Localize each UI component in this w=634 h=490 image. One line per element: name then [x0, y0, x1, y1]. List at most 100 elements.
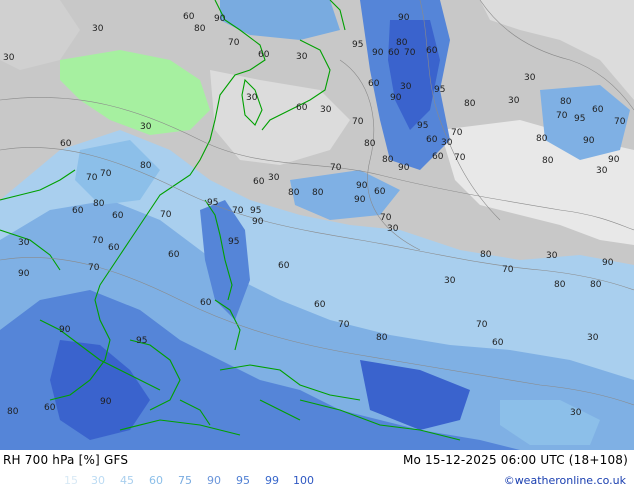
legend-value-60: 60	[149, 474, 163, 487]
contour-label: 30	[441, 138, 453, 148]
contour-label: 80	[288, 188, 300, 198]
credit-link[interactable]: ©weatheronline.co.uk	[504, 474, 626, 487]
contour-label: 80	[140, 161, 152, 171]
contour-label: 60	[314, 300, 326, 310]
contour-label: 60	[183, 12, 195, 22]
contour-label: 60	[368, 79, 380, 89]
contour-label: 70	[451, 128, 463, 138]
contour-label: 80	[312, 188, 324, 198]
contour-label: 60	[278, 261, 290, 271]
contour-label: 60	[168, 250, 180, 260]
contour-label: 70	[86, 173, 98, 183]
contour-label: 80	[536, 134, 548, 144]
parameter-label: RH 700 hPa [%]	[3, 453, 100, 467]
contour-label: 80	[480, 250, 492, 260]
contour-label: 90	[398, 163, 410, 173]
contour-label: 60	[112, 211, 124, 221]
contour-label: 30	[296, 52, 308, 62]
contour-label: 70	[232, 206, 244, 216]
contour-label: 30	[320, 105, 332, 115]
contour-label: 90	[602, 258, 614, 268]
contour-label: 95	[207, 198, 218, 208]
contour-label: 30	[587, 333, 599, 343]
contour-label: 30	[444, 276, 456, 286]
valid-time: Mo 15-12-2025 06:00 UTC (18+108)	[402, 453, 628, 467]
contour-label: 90	[354, 195, 366, 205]
contour-label: 80	[542, 156, 554, 166]
contour-label: 30	[400, 82, 412, 92]
contour-label: 30	[18, 238, 30, 248]
contour-label: 60	[388, 48, 400, 58]
contour-label: 60	[432, 152, 444, 162]
contour-label: 30	[387, 224, 399, 234]
legend-value-45: 45	[120, 474, 134, 487]
contour-label: 60	[44, 403, 56, 413]
contour-label: 70	[352, 117, 364, 127]
contour-label: 90	[356, 181, 368, 191]
legend-value-100: 100	[293, 474, 314, 487]
contour-label: 70	[100, 169, 112, 179]
contour-label: 95	[228, 237, 239, 247]
contour-label: 30	[596, 166, 608, 176]
contour-label: 70	[92, 236, 104, 246]
contour-label: 95	[250, 206, 261, 216]
legend-value-75: 75	[178, 474, 192, 487]
contour-label: 60	[592, 105, 604, 115]
rh-map: 60 90 30 80 90 30 70 60 30 95 90 60 70 6…	[0, 0, 634, 450]
contour-label: 90	[372, 48, 384, 58]
contour-label: 60	[296, 103, 308, 113]
contour-label: 30	[570, 408, 582, 418]
contour-label: 95	[574, 114, 585, 124]
contour-label: 60	[426, 135, 438, 145]
model-label: GFS	[103, 453, 129, 467]
contour-label: 70	[476, 320, 488, 330]
contour-label: 90	[100, 397, 112, 407]
contour-label: 60	[258, 50, 270, 60]
legend-value-99: 99	[265, 474, 279, 487]
contour-label: 80	[464, 99, 476, 109]
contour-label: 90	[608, 155, 620, 165]
contour-label: 90	[252, 217, 264, 227]
contour-label: 30	[140, 122, 152, 132]
contour-label: 70	[338, 320, 350, 330]
contour-label: 90	[18, 269, 30, 279]
contour-label: 70	[380, 213, 392, 223]
contour-label: 90	[390, 93, 402, 103]
contour-label: 80	[554, 280, 566, 290]
contour-label: 60	[60, 139, 72, 149]
contour-label: 70	[614, 117, 626, 127]
product-title: RH 700 hPa [%] GFS	[3, 453, 128, 467]
contour-label: 60	[200, 298, 212, 308]
contour-label: 70	[454, 153, 466, 163]
contour-label: 70	[330, 163, 342, 173]
contour-label: 90	[583, 136, 595, 146]
contour-label: 60	[108, 243, 120, 253]
contour-label: 30	[268, 173, 280, 183]
contour-label: 70	[556, 111, 568, 121]
contour-label: 30	[92, 24, 104, 34]
legend-value-95: 95	[236, 474, 250, 487]
contour-label: 95	[434, 85, 445, 95]
contour-label: 70	[160, 210, 172, 220]
contour-label: 60	[72, 206, 84, 216]
contour-label: 80	[376, 333, 388, 343]
contour-label: 95	[352, 40, 363, 50]
map-footer: RH 700 hPa [%] GFS Mo 15-12-2025 06:00 U…	[0, 450, 634, 490]
contour-label: 90	[59, 325, 71, 335]
legend-value-15: 15	[64, 474, 78, 487]
contour-label: 80	[7, 407, 19, 417]
contour-label: 90	[214, 14, 226, 24]
contour-label: 60	[492, 338, 504, 348]
contour-label: 80	[93, 199, 105, 209]
contour-label: 80	[364, 139, 376, 149]
contour-label: 80	[382, 155, 394, 165]
legend-value-90: 90	[207, 474, 221, 487]
contour-label: 30	[3, 53, 15, 63]
contour-label: 30	[524, 73, 536, 83]
contour-label: 90	[398, 13, 410, 23]
contour-label: 95	[417, 121, 428, 131]
contour-label: 70	[404, 48, 416, 58]
contour-label: 80	[396, 38, 408, 48]
map-canvas: 60 90 30 80 90 30 70 60 30 95 90 60 70 6…	[0, 0, 634, 450]
contour-label: 60	[374, 187, 386, 197]
